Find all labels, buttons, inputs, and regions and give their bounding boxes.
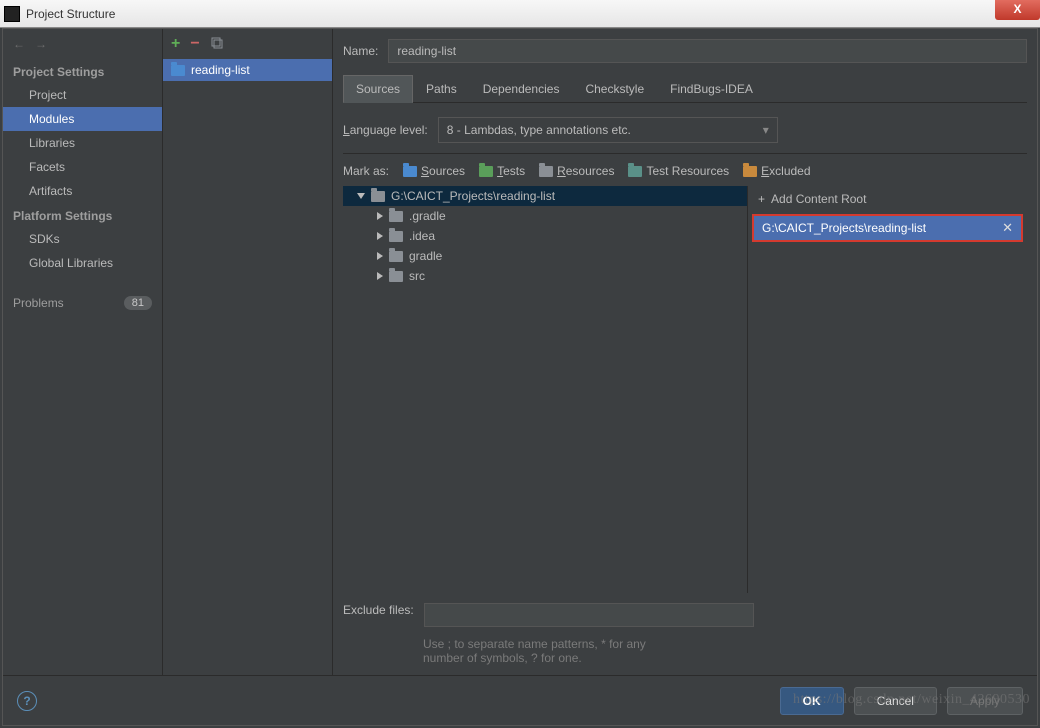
back-icon[interactable]: ←	[13, 37, 25, 51]
remove-content-root-button[interactable]: ✕	[1002, 220, 1013, 236]
tree-item[interactable]: src	[343, 266, 747, 286]
content-root-path: G:\CAICT_Projects\reading-list	[762, 221, 926, 235]
mark-as-row: Mark as: Sources Tests Resources Test Re…	[343, 154, 1027, 184]
tree-item[interactable]: gradle	[343, 246, 747, 266]
tab-checkstyle[interactable]: Checkstyle	[572, 75, 657, 102]
ok-button[interactable]: OK	[780, 687, 844, 715]
folder-icon	[403, 166, 417, 177]
section-platform-settings: Platform Settings	[3, 203, 162, 227]
button-bar: ? OK Cancel Apply	[3, 675, 1037, 725]
folder-icon	[628, 166, 642, 177]
remove-module-button[interactable]: −	[190, 35, 199, 53]
dialog-buttons: OK Cancel Apply	[780, 687, 1023, 715]
module-item[interactable]: reading-list	[163, 59, 332, 81]
language-level-row: Language level: 8 - Lambdas, type annota…	[343, 103, 1027, 154]
forward-icon[interactable]: →	[35, 37, 47, 51]
exclude-input[interactable]	[424, 603, 754, 627]
module-name: reading-list	[191, 63, 250, 77]
nav-artifacts[interactable]: Artifacts	[3, 179, 162, 203]
folder-icon	[389, 231, 403, 242]
name-input[interactable]	[388, 39, 1027, 63]
folder-icon	[389, 211, 403, 222]
cancel-button[interactable]: Cancel	[854, 687, 937, 715]
tree-item[interactable]: .gradle	[343, 206, 747, 226]
copy-module-button[interactable]	[210, 36, 224, 53]
folder-icon	[389, 271, 403, 282]
folder-icon	[743, 166, 757, 177]
window-close-button[interactable]: X	[995, 0, 1040, 20]
section-project-settings: Project Settings	[3, 59, 162, 83]
mark-as-label: Mark as:	[343, 164, 389, 178]
apply-button[interactable]: Apply	[947, 687, 1023, 715]
nav-global-libraries[interactable]: Global Libraries	[3, 251, 162, 275]
language-level-value: 8 - Lambdas, type annotations etc.	[447, 123, 631, 137]
tree-item[interactable]: .idea	[343, 226, 747, 246]
sidebar: ← → Project Settings Project Modules Lib…	[3, 29, 163, 675]
folder-icon	[539, 166, 553, 177]
nav-problems[interactable]: Problems 81	[3, 291, 162, 315]
content-root-item[interactable]: G:\CAICT_Projects\reading-list ✕	[752, 214, 1023, 242]
expand-icon[interactable]	[377, 252, 383, 260]
add-module-button[interactable]: +	[171, 35, 180, 53]
module-tabs: Sources Paths Dependencies Checkstyle Fi…	[343, 75, 1027, 103]
nav-facets[interactable]: Facets	[3, 155, 162, 179]
expand-icon[interactable]	[357, 193, 365, 199]
nav-project[interactable]: Project	[3, 83, 162, 107]
window-title: Project Structure	[26, 7, 115, 21]
folder-icon	[371, 191, 385, 202]
titlebar: Project Structure X	[0, 0, 1040, 28]
tab-sources[interactable]: Sources	[343, 75, 413, 103]
tab-paths[interactable]: Paths	[413, 75, 470, 102]
mark-tests[interactable]: Tests	[479, 164, 525, 178]
tab-findbugs[interactable]: FindBugs-IDEA	[657, 75, 766, 102]
problems-label: Problems	[13, 296, 64, 310]
app-logo-icon	[4, 6, 20, 22]
help-button[interactable]: ?	[17, 691, 37, 711]
sources-split: G:\CAICT_Projects\reading-list .gradle .…	[343, 186, 1027, 593]
nav-modules[interactable]: Modules	[3, 107, 162, 131]
folder-icon	[479, 166, 493, 177]
module-list-panel: + − reading-list	[163, 29, 333, 675]
mark-sources[interactable]: Sources	[403, 164, 465, 178]
nav-libraries[interactable]: Libraries	[3, 131, 162, 155]
exclude-hint: Use ; to separate name patterns, * for a…	[343, 637, 683, 665]
main-panel: Name: Sources Paths Dependencies Checkst…	[333, 29, 1037, 675]
mark-test-resources[interactable]: Test Resources	[628, 164, 729, 178]
nav-sdks[interactable]: SDKs	[3, 227, 162, 251]
name-label: Name:	[343, 44, 378, 58]
content-tree: G:\CAICT_Projects\reading-list .gradle .…	[343, 186, 747, 593]
main-columns: ← → Project Settings Project Modules Lib…	[3, 29, 1037, 675]
language-level-label: Language level:	[343, 123, 428, 137]
expand-icon[interactable]	[377, 232, 383, 240]
tree-root[interactable]: G:\CAICT_Projects\reading-list	[343, 186, 747, 206]
exclude-row: Exclude files:	[343, 593, 1027, 633]
main-container: ← → Project Settings Project Modules Lib…	[2, 28, 1038, 726]
language-level-dropdown[interactable]: 8 - Lambdas, type annotations etc. ▾	[438, 117, 778, 143]
expand-icon[interactable]	[377, 272, 383, 280]
nav-history: ← →	[3, 29, 162, 59]
plus-icon: +	[758, 192, 765, 206]
add-content-root-button[interactable]: + Add Content Root	[748, 186, 1027, 212]
content-root-panel: + Add Content Root G:\CAICT_Projects\rea…	[747, 186, 1027, 593]
mark-excluded[interactable]: Excluded	[743, 164, 810, 178]
mark-resources[interactable]: Resources	[539, 164, 614, 178]
expand-icon[interactable]	[377, 212, 383, 220]
tab-dependencies[interactable]: Dependencies	[470, 75, 573, 102]
name-row: Name:	[343, 39, 1027, 63]
problems-count-badge: 81	[124, 296, 152, 310]
module-icon	[171, 65, 185, 76]
tree-root-label: G:\CAICT_Projects\reading-list	[391, 189, 555, 203]
module-toolbar: + −	[163, 29, 332, 59]
exclude-label: Exclude files:	[343, 603, 414, 617]
chevron-down-icon: ▾	[763, 123, 769, 137]
folder-icon	[389, 251, 403, 262]
